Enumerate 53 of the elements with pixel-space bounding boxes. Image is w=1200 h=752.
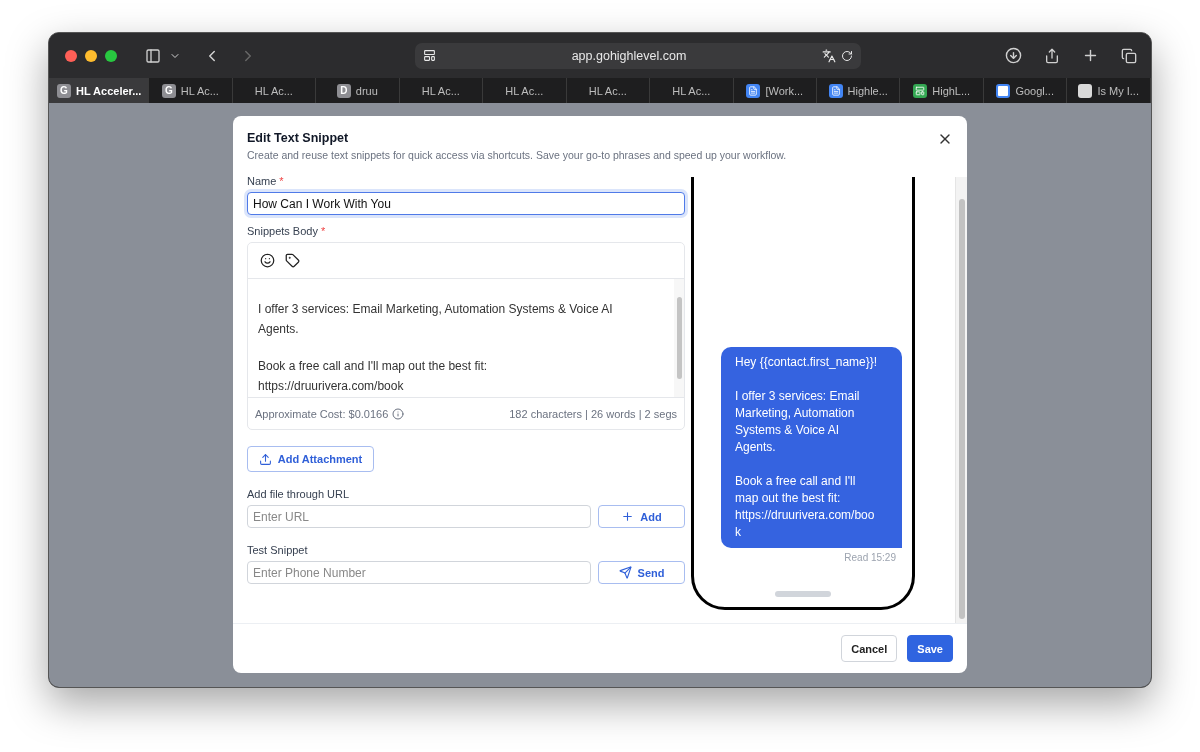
share-icon[interactable] [1044, 47, 1060, 64]
tag-icon[interactable] [285, 253, 300, 268]
save-button[interactable]: Save [907, 635, 953, 662]
cancel-button[interactable]: Cancel [841, 635, 898, 662]
plus-icon [621, 510, 635, 523]
favicon-icon: D [336, 83, 351, 98]
scrollbar[interactable] [955, 177, 967, 623]
favicon-icon [1078, 83, 1093, 98]
new-tab-icon[interactable] [1082, 47, 1099, 64]
send-icon [618, 566, 632, 579]
upload-icon [258, 452, 272, 466]
add-attachment-button[interactable]: Add Attachment [247, 446, 374, 472]
scrollbar[interactable] [674, 279, 684, 397]
cost-text: Approximate Cost: $0.0166 [255, 407, 389, 420]
field-label: Snippets Body * [247, 225, 327, 237]
document-icon [828, 83, 843, 98]
close-window-icon[interactable] [65, 49, 77, 62]
document-icon [746, 83, 761, 98]
page-icon [423, 49, 436, 62]
phone-number-input[interactable]: Enter Phone Number [247, 561, 591, 584]
spreadsheet-icon [913, 83, 928, 98]
dialog-subtitle: Create and reuse text snippets for quick access via shortcuts. Save your go-to phrases and speed up your workflow. [247, 149, 788, 161]
snippet-editor[interactable] [247, 242, 685, 430]
favicon-icon: G [57, 83, 71, 98]
tab-overview-icon[interactable] [1121, 47, 1137, 64]
snippet-text: I offer 3 services: Email Marketing, Automation Systems & Voice AI Agents. [258, 301, 614, 338]
add-button[interactable]: Add [598, 505, 685, 528]
reload-icon[interactable] [841, 49, 853, 62]
minimize-window-icon[interactable] [85, 49, 97, 62]
message-text: Book a free call and I'll map out the best fit: https://druurivera.com/book [735, 473, 876, 541]
snippet-text: Book a free call and I'll map out the best fit: https://druurivera.com/book [258, 358, 489, 395]
read-receipt: Read 15:29 [844, 552, 896, 563]
zoom-window-icon[interactable] [105, 49, 117, 62]
name-input[interactable]: How Can I Work With You [247, 192, 685, 215]
sidebar-icon[interactable] [145, 47, 161, 64]
field-label: Test Snippet [247, 544, 309, 556]
home-indicator [775, 591, 831, 597]
dialog-title: Edit Text Snippet [247, 131, 350, 145]
download-icon[interactable] [1005, 47, 1022, 64]
field-label: Name * [247, 175, 285, 187]
browser-tab[interactable]: G HL Acceler... [49, 78, 150, 103]
message-text: I offer 3 services: Email Marketing, Automation Systems & Voice AI Agents. [735, 388, 861, 456]
url-input[interactable]: Enter URL [247, 505, 591, 528]
send-button[interactable]: Send [598, 561, 685, 584]
emoji-icon[interactable] [260, 253, 275, 268]
favicon-icon: G [161, 83, 176, 98]
address-bar[interactable]: app.gohighlevel.com [415, 42, 861, 69]
info-icon[interactable] [392, 407, 405, 420]
message-text: Hey {{contact.first_name}}! [735, 354, 879, 371]
character-count: 182 characters | 26 words | 2 segs [509, 407, 677, 420]
translate-icon[interactable] [822, 48, 836, 63]
field-label: Add file through URL [247, 488, 351, 500]
url-text: app.gohighlevel.com [570, 48, 688, 63]
